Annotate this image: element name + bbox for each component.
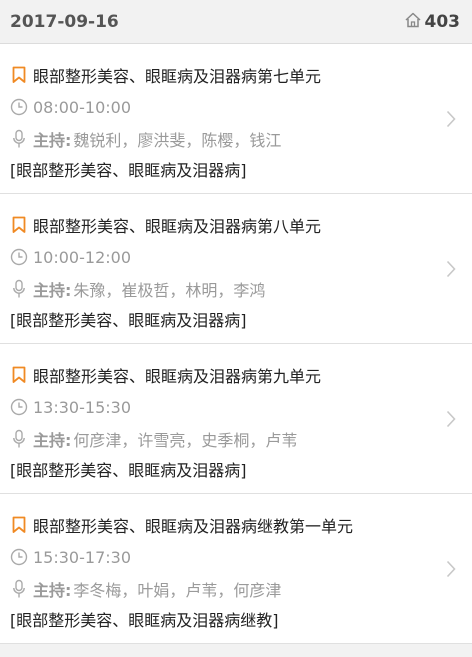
- clock-icon: [10, 247, 28, 267]
- chevron-right-icon: [446, 410, 456, 428]
- session-title-row: 眼部整形美容、眼眶病及泪器病第八单元: [10, 210, 432, 240]
- clock-icon: [10, 97, 28, 117]
- bookmark-icon[interactable]: [10, 215, 28, 235]
- session-title: 眼部整形美容、眼眶病及泪器病继教第一单元: [33, 517, 354, 536]
- clock-icon: [10, 547, 28, 567]
- session-title: 眼部整形美容、眼眶病及泪器病第八单元: [33, 217, 322, 236]
- session-time: 08:00-10:00: [33, 97, 131, 117]
- microphone-icon: [10, 129, 28, 149]
- session-title: 眼部整形美容、眼眶病及泪器病第九单元: [33, 367, 322, 386]
- room-number: 403: [424, 11, 461, 32]
- chevron-right-icon: [446, 560, 456, 578]
- session-list: 眼部整形美容、眼眶病及泪器病第七单元 08:00-10:00 主持: 魏锐利，廖…: [0, 44, 472, 644]
- session-time: 10:00-12:00: [33, 247, 131, 267]
- bookmark-icon[interactable]: [10, 515, 28, 535]
- session-title-row: 眼部整形美容、眼眶病及泪器病第七单元: [10, 60, 432, 90]
- session-time-row: 15:30-17:30: [10, 542, 432, 572]
- session-host-row: 主持: 朱豫，崔极哲，林明，李鸿: [10, 274, 432, 304]
- session-title-row: 眼部整形美容、眼眶病及泪器病继教第一单元: [10, 510, 432, 540]
- bookmark-icon[interactable]: [10, 65, 28, 85]
- microphone-icon: [10, 579, 28, 599]
- host-names: 李冬梅，叶娟，卢苇，何彦津: [73, 581, 282, 600]
- room-info: 403: [404, 11, 461, 33]
- date-header: 2017-09-16 403: [0, 0, 472, 44]
- bookmark-icon[interactable]: [10, 365, 28, 385]
- session-item[interactable]: 眼部整形美容、眼眶病及泪器病第九单元 13:30-15:30 主持: 何彦津，许…: [0, 344, 472, 494]
- session-category: [眼部整形美容、眼眶病及泪器病]: [10, 161, 247, 180]
- session-host-row: 主持: 李冬梅，叶娟，卢苇，何彦津: [10, 574, 432, 604]
- header-date: 2017-09-16: [10, 11, 119, 32]
- microphone-icon: [10, 279, 28, 299]
- session-item[interactable]: 眼部整形美容、眼眶病及泪器病第七单元 08:00-10:00 主持: 魏锐利，廖…: [0, 44, 472, 194]
- session-time: 13:30-15:30: [33, 397, 131, 417]
- session-time-row: 08:00-10:00: [10, 92, 432, 122]
- host-label: 主持:: [33, 581, 72, 600]
- home-icon: [404, 11, 422, 33]
- chevron-right-icon: [446, 110, 456, 128]
- host-label: 主持:: [33, 281, 72, 300]
- host-names: 何彦津，许雪亮，史季桐，卢苇: [73, 431, 298, 450]
- session-item[interactable]: 眼部整形美容、眼眶病及泪器病第八单元 10:00-12:00 主持: 朱豫，崔极…: [0, 194, 472, 344]
- session-title-row: 眼部整形美容、眼眶病及泪器病第九单元: [10, 360, 432, 390]
- chevron-right-icon: [446, 260, 456, 278]
- session-category: [眼部整形美容、眼眶病及泪器病]: [10, 461, 247, 480]
- host-names: 魏锐利，廖洪斐，陈樱，钱江: [73, 131, 282, 150]
- session-category: [眼部整形美容、眼眶病及泪器病继教]: [10, 611, 279, 630]
- session-item[interactable]: 眼部整形美容、眼眶病及泪器病继教第一单元 15:30-17:30 主持: 李冬梅…: [0, 494, 472, 644]
- microphone-icon: [10, 429, 28, 449]
- host-label: 主持:: [33, 431, 72, 450]
- session-host-row: 主持: 何彦津，许雪亮，史季桐，卢苇: [10, 424, 432, 454]
- session-time-row: 10:00-12:00: [10, 242, 432, 272]
- host-label: 主持:: [33, 131, 72, 150]
- session-time-row: 13:30-15:30: [10, 392, 432, 422]
- clock-icon: [10, 397, 28, 417]
- session-time: 15:30-17:30: [33, 547, 131, 567]
- session-title: 眼部整形美容、眼眶病及泪器病第七单元: [33, 67, 322, 86]
- list-footer-gap: [0, 644, 472, 657]
- host-names: 朱豫，崔极哲，林明，李鸿: [73, 281, 266, 300]
- session-category: [眼部整形美容、眼眶病及泪器病]: [10, 311, 247, 330]
- session-host-row: 主持: 魏锐利，廖洪斐，陈樱，钱江: [10, 124, 432, 154]
